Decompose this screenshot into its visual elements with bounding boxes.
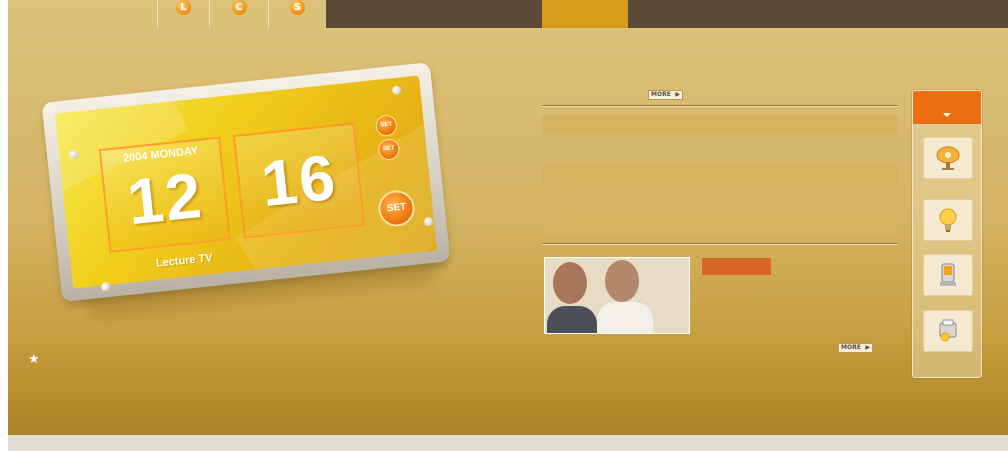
photo-more-label: MORE <box>841 344 861 351</box>
minute-panel: 16 <box>232 122 366 239</box>
news-row[interactable] <box>542 164 898 184</box>
top-nav-active-tab[interactable] <box>542 0 628 28</box>
featured-photo[interactable] <box>544 257 690 334</box>
quick-item-lightbulb[interactable] <box>923 199 973 241</box>
news-bottom-divider <box>542 243 898 244</box>
s-badge-icon: S <box>290 0 305 15</box>
quick-item-satellite[interactable] <box>923 137 973 179</box>
clock-minute: 16 <box>257 140 341 221</box>
main-stage: L C S 2004 MONDAY 12 16 SET SET SET Lect… <box>8 0 1008 435</box>
arrow-right-icon: ▶ <box>865 344 870 351</box>
news-row[interactable] <box>542 115 898 135</box>
chevron-down-icon <box>943 113 951 117</box>
featured-label[interactable] <box>702 258 771 275</box>
person-right-head <box>605 260 639 302</box>
clock-face: 2004 MONDAY 12 16 SET SET SET Lecture TV <box>54 75 438 289</box>
tab-l[interactable]: L <box>157 0 209 28</box>
news-top-divider <box>542 105 898 106</box>
screw-bottom-left <box>100 281 111 292</box>
tab-c[interactable]: C <box>209 0 268 28</box>
bottom-bar <box>8 435 1008 451</box>
lightbulb-icon <box>939 208 957 232</box>
set-button-small-1[interactable]: SET <box>374 114 398 138</box>
clock-hour: 12 <box>124 158 207 239</box>
person-right-body <box>597 302 653 333</box>
quick-panel <box>912 90 982 378</box>
arrow-right-icon: ▶ <box>675 91 680 98</box>
news-more-label: MORE <box>651 91 671 98</box>
news-more-button[interactable]: MORE ▶ <box>648 90 683 100</box>
quick-item-printer[interactable] <box>923 310 973 352</box>
clock-brand: Lecture TV <box>155 251 214 270</box>
quick-item-pda[interactable] <box>923 254 973 296</box>
hour-panel: 2004 MONDAY 12 <box>98 136 231 253</box>
star-icon: ★ <box>28 352 40 367</box>
l-badge-icon: L <box>176 0 191 15</box>
pda-icon <box>940 263 956 286</box>
top-nav-bar <box>326 0 1008 28</box>
person-left-head <box>553 262 587 304</box>
photo-more-button[interactable]: MORE ▶ <box>838 343 873 353</box>
printer-icon <box>939 319 957 342</box>
tab-s[interactable]: S <box>268 0 327 28</box>
quick-panel-header[interactable] <box>913 91 981 124</box>
clock-widget: 2004 MONDAY 12 16 SET SET SET Lecture TV <box>41 62 453 322</box>
news-row[interactable] <box>542 216 898 236</box>
satellite-dish-icon <box>936 146 960 170</box>
clock-frame: 2004 MONDAY 12 16 SET SET SET Lecture TV <box>41 62 451 302</box>
person-left-body <box>547 306 597 333</box>
c-badge-icon: C <box>231 0 247 15</box>
